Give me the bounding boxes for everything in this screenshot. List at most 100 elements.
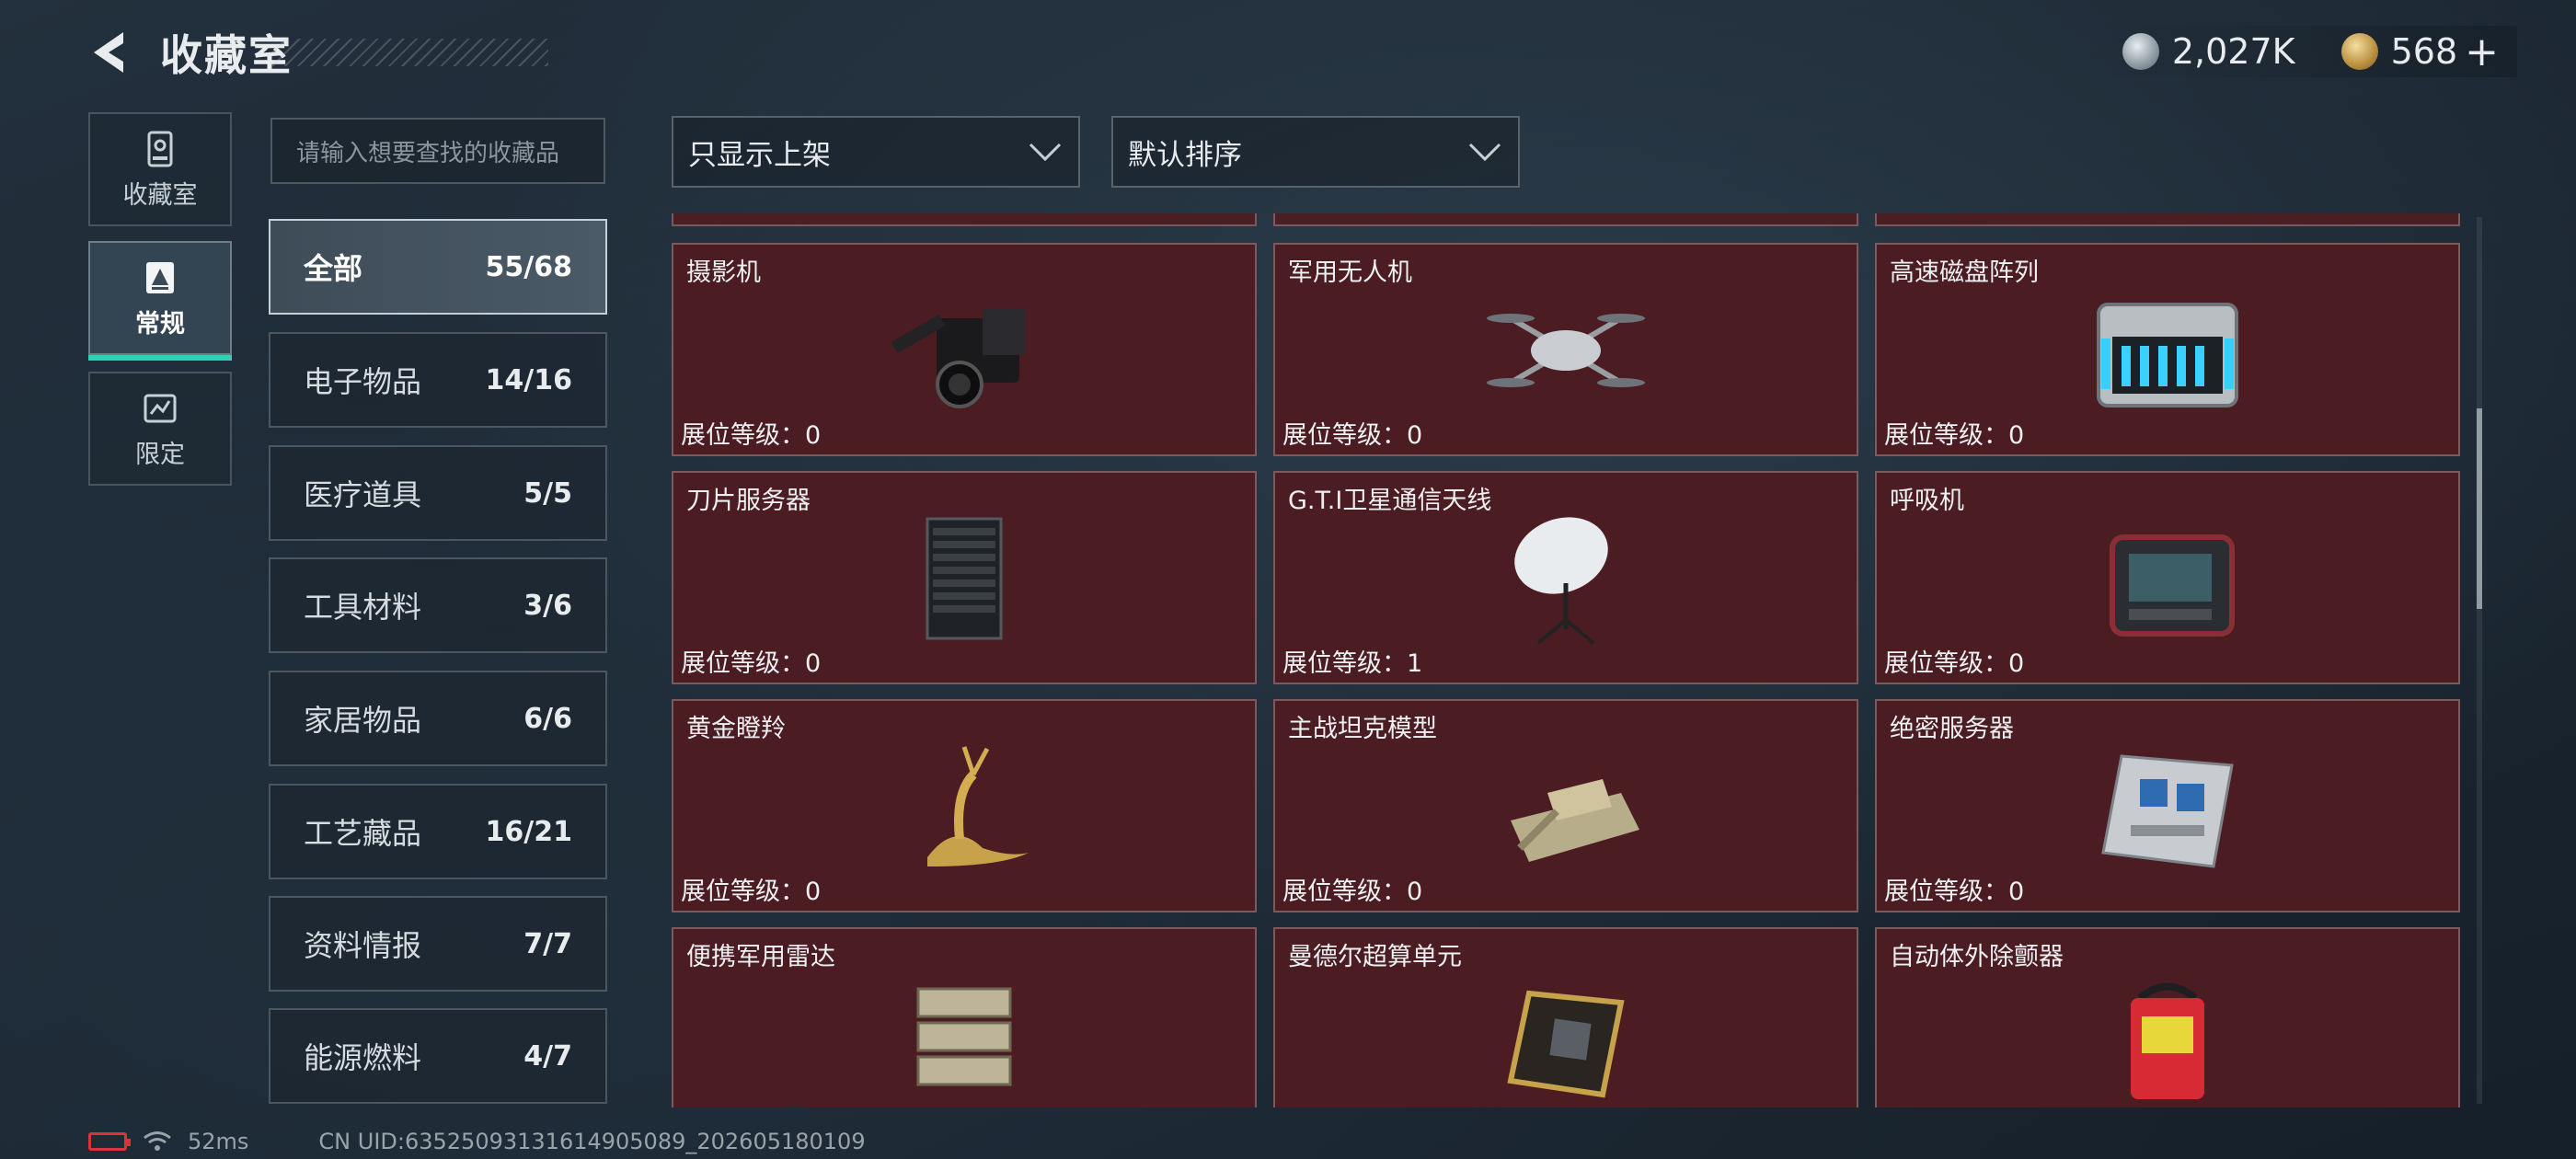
item-name: 军用无人机 — [1288, 258, 1412, 287]
item-level: 展位等级：0 — [681, 421, 822, 450]
side-tab-label: 收藏室 — [122, 180, 198, 210]
disk-array-icon — [2097, 303, 2238, 407]
item-name: 刀片服务器 — [686, 487, 811, 515]
item-card-camera[interactable]: 摄影机 展位等级：0 — [672, 243, 1257, 456]
back-arrow-icon[interactable] — [85, 25, 140, 80]
chevron-down-icon — [1468, 143, 1501, 162]
side-tab-limited[interactable]: 限定 — [88, 372, 232, 486]
scrollbar-thumb[interactable] — [2477, 408, 2482, 609]
battery-icon — [88, 1132, 131, 1151]
item-name: 黄金瞪羚 — [686, 715, 786, 743]
item-card-drone[interactable]: 军用无人机 展位等级：0 — [1273, 243, 1858, 456]
sort-dropdown[interactable]: 默认排序 — [1111, 116, 1520, 188]
category-name: 全部 — [304, 251, 363, 286]
category-intel[interactable]: 资料情报 7/7 — [269, 896, 607, 992]
shelf-filter-dropdown[interactable]: 只显示上架 — [672, 116, 1080, 188]
category-energy[interactable]: 能源燃料 4/7 — [269, 1008, 607, 1104]
tank-model-icon — [1511, 779, 1639, 862]
item-name: 呼吸机 — [1890, 487, 1964, 515]
secret-server-icon — [2101, 754, 2234, 868]
ping-value: 52ms — [188, 1129, 249, 1154]
category-count: 5/5 — [523, 476, 572, 510]
search-placeholder: 请输入想要查找的收藏品 — [296, 139, 560, 167]
status-bar: 52ms CN UID:6352509313161490508​9_202605… — [88, 1128, 866, 1155]
regular-icon — [146, 261, 174, 293]
item-name: 便携军用雷达 — [686, 943, 835, 971]
category-all[interactable]: 全部 55/68 — [269, 219, 607, 315]
defibrillator-icon — [2131, 982, 2204, 1099]
gold-currency-value: 568 — [2390, 31, 2458, 72]
item-card-blade-server[interactable]: 刀片服务器 展位等级：0 — [672, 471, 1257, 684]
chevron-down-icon — [1029, 143, 1062, 162]
category-name: 工艺藏品 — [304, 816, 422, 851]
satellite-dish-icon — [1514, 517, 1608, 645]
side-tab-label: 限定 — [135, 440, 185, 469]
item-level: 展位等级：1 — [1282, 649, 1423, 678]
item-level: 展位等级：0 — [681, 878, 822, 906]
partial-previous-row — [670, 213, 2464, 226]
drone-icon — [1487, 314, 1645, 387]
side-tab-label: 常规 — [135, 309, 185, 339]
item-level: 展位等级：0 — [1884, 649, 2025, 678]
item-name: G.T.I卫星通信天线 — [1288, 487, 1492, 515]
golden-gazelle-icon — [927, 746, 1029, 866]
sort-value: 默认排序 — [1128, 138, 1242, 172]
title-decoration — [272, 39, 548, 66]
side-tab-regular[interactable]: 常规 — [88, 241, 232, 361]
item-card-golden-gazelle[interactable]: 黄金瞪羚 展位等级：0 — [672, 699, 1257, 912]
category-crafts[interactable]: 工艺藏品 16/21 — [269, 784, 607, 879]
vault-icon — [147, 131, 173, 166]
blade-server-icon — [926, 517, 1003, 640]
item-name: 主战坦克模型 — [1288, 715, 1437, 743]
gold-coin-icon — [2340, 33, 2378, 70]
category-count: 14/16 — [485, 363, 572, 396]
category-household[interactable]: 家居物品 6/6 — [269, 671, 607, 766]
currency-bar: 2,027K 568 + — [2103, 26, 2517, 77]
item-card-disk-array[interactable]: 高速磁盘阵列 展位等级：0 — [1875, 243, 2460, 456]
silver-coin-icon — [2122, 33, 2159, 70]
grid-scrollbar[interactable] — [2477, 217, 2482, 1104]
category-count: 6/6 — [523, 702, 572, 735]
item-card-secret-server[interactable]: 绝密服务器 展位等级：0 — [1875, 699, 2460, 912]
category-medical[interactable]: 医疗道具 5/5 — [269, 445, 607, 541]
category-name: 工具材料 — [304, 590, 422, 625]
item-name: 摄影机 — [686, 258, 761, 287]
shelf-filter-value: 只显示上架 — [688, 138, 831, 172]
wifi-icon — [144, 1131, 171, 1151]
item-name: 曼德尔超算单元 — [1288, 943, 1462, 971]
category-electronics[interactable]: 电子物品 14/16 — [269, 332, 607, 428]
category-count: 4/7 — [523, 1039, 572, 1073]
search-input[interactable]: 请输入想要查找的收藏品 — [270, 118, 605, 184]
category-name: 资料情报 — [304, 928, 422, 963]
item-card-ventilator[interactable]: 呼吸机 展位等级：0 — [1875, 471, 2460, 684]
supercomputer-chip-icon — [1507, 990, 1625, 1098]
item-level: 展位等级：0 — [1884, 878, 2025, 906]
item-grid: 摄影机 展位等级：0 军用无人机 展位等级：0 高速磁盘阵列 展位等级：0 刀片… — [670, 213, 2464, 1107]
item-name: 绝密服务器 — [1890, 715, 2014, 743]
category-name: 医疗道具 — [304, 477, 422, 512]
category-count: 55/68 — [485, 250, 572, 283]
add-currency-button[interactable]: + — [2465, 29, 2499, 75]
silver-currency-value: 2,027K — [2171, 31, 2295, 72]
item-level: 展位等级：0 — [681, 649, 822, 678]
item-level: 展位等级：0 — [1282, 421, 1423, 450]
category-name: 能源燃料 — [304, 1040, 422, 1075]
side-tab-vault[interactable]: 收藏室 — [88, 112, 232, 226]
category-name: 电子物品 — [304, 364, 422, 399]
category-name: 家居物品 — [304, 703, 422, 738]
category-count: 16/21 — [485, 815, 572, 848]
item-level: 展位等级：0 — [1282, 878, 1423, 906]
item-level: 展位等级：0 — [1884, 421, 2025, 450]
user-uid: CN UID:6352509313161490508​9_20260518010… — [318, 1129, 866, 1154]
limited-icon — [144, 394, 177, 422]
item-name: 高速磁盘阵列 — [1890, 258, 2039, 287]
item-card-supercomputer[interactable]: 曼德尔超算单元 — [1273, 927, 1858, 1107]
item-card-satellite-dish[interactable]: G.T.I卫星通信天线 展位等级：1 — [1273, 471, 1858, 684]
category-tools[interactable]: 工具材料 3/6 — [269, 557, 607, 653]
item-name: 自动体外除颤器 — [1890, 943, 2064, 971]
item-card-defibrillator[interactable]: 自动体外除颤器 — [1875, 927, 2460, 1107]
ventilator-icon — [2110, 534, 2235, 637]
item-card-radar[interactable]: 便携军用雷达 — [672, 927, 1257, 1107]
item-card-tank-model[interactable]: 主战坦克模型 展位等级：0 — [1273, 699, 1858, 912]
camera-icon — [891, 309, 1025, 408]
